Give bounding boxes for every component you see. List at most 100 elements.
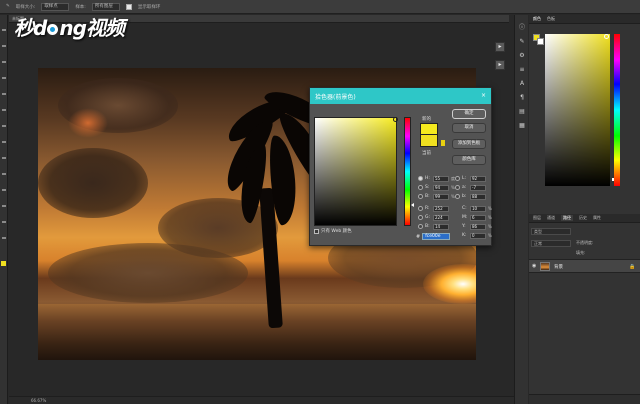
- color-panel-tabs: 颜色 色板: [529, 15, 640, 24]
- layers-footer: [529, 394, 640, 404]
- hue-slider[interactable]: [404, 117, 411, 226]
- foreground-color-swatch[interactable]: [1, 261, 6, 266]
- cancel-button[interactable]: 取消: [452, 123, 486, 133]
- hex-row: # fce00e: [416, 233, 451, 240]
- h-input[interactable]: 55: [433, 175, 449, 182]
- lab-row-l: L: 92: [455, 175, 486, 182]
- color-panel-marker[interactable]: [604, 34, 609, 39]
- tab-layers[interactable]: 图层: [533, 215, 541, 221]
- type-tool-icon[interactable]: [2, 189, 6, 191]
- r-input[interactable]: 252: [433, 205, 449, 212]
- blue-radio[interactable]: [418, 224, 423, 229]
- tab-paths[interactable]: 路径: [561, 215, 573, 221]
- color-panel-field[interactable]: [545, 34, 610, 186]
- sample-size-select[interactable]: 取样点: [41, 2, 70, 11]
- close-icon[interactable]: ×: [481, 92, 486, 100]
- cmyk-row-m: M: 6 %: [462, 214, 492, 221]
- adjust-icon[interactable]: ≡: [519, 67, 525, 73]
- hue-slider-arrow[interactable]: [411, 203, 414, 207]
- c-unit: %: [488, 206, 492, 211]
- gradient-tool-icon[interactable]: [2, 157, 6, 159]
- layer-row[interactable]: ◉ 背景 🔒: [529, 259, 640, 273]
- color-field-marker[interactable]: [393, 117, 398, 122]
- cmyk-row-k: K: 0 %: [462, 232, 492, 239]
- color-panel-hue-slider[interactable]: [614, 34, 620, 186]
- tab-color[interactable]: 颜色: [533, 16, 541, 22]
- marquee-tool-icon[interactable]: [2, 45, 6, 47]
- k-label: K:: [462, 233, 467, 238]
- r-radio[interactable]: [418, 206, 423, 211]
- tab-swatches[interactable]: 色板: [547, 16, 555, 22]
- l-input[interactable]: 92: [470, 175, 486, 182]
- eyedropper-icon[interactable]: [2, 93, 6, 95]
- a-label: a:: [462, 185, 467, 190]
- only-web-colors-checkbox[interactable]: [314, 228, 319, 234]
- stamp-tool-icon[interactable]: [2, 125, 6, 127]
- swatches-icon[interactable]: ▦: [519, 123, 525, 129]
- l-radio[interactable]: [455, 176, 460, 181]
- layer-filter-select[interactable]: 类型: [531, 228, 571, 235]
- m-input[interactable]: 6: [470, 214, 486, 221]
- watermark-logo: 秒d ng视频: [14, 12, 125, 41]
- channels-icon[interactable]: ▤: [519, 109, 525, 115]
- pen-tool-icon[interactable]: [2, 173, 6, 175]
- a-input[interactable]: -7: [470, 184, 486, 191]
- color-field[interactable]: [314, 117, 397, 226]
- eraser-tool-icon[interactable]: [2, 141, 6, 143]
- g-radio[interactable]: [418, 215, 423, 220]
- background-swatch[interactable]: [537, 38, 544, 45]
- tab-properties[interactable]: 属性: [593, 215, 601, 221]
- settings-icon[interactable]: ⚙: [519, 53, 525, 59]
- current-color-swatch[interactable]: [420, 135, 438, 147]
- blend-mode-select[interactable]: 正常: [531, 240, 571, 247]
- zoom-tool-icon[interactable]: [2, 237, 6, 239]
- gamut-warning-icon[interactable]: [441, 140, 445, 146]
- b-input[interactable]: 99: [433, 193, 449, 200]
- new-color-swatch: [420, 123, 438, 135]
- show-ring-checkbox[interactable]: [125, 3, 132, 10]
- brush-icon[interactable]: ✎: [519, 39, 525, 45]
- crop-tool-icon[interactable]: [2, 77, 6, 79]
- hex-input[interactable]: fce00e: [422, 233, 451, 240]
- a-radio[interactable]: [455, 185, 460, 190]
- brush-tool-icon[interactable]: [2, 109, 6, 111]
- move-tool-icon[interactable]: [2, 29, 6, 31]
- tab-channels[interactable]: 通道: [547, 215, 555, 221]
- eye-icon[interactable]: ◉: [532, 264, 537, 269]
- zoom-level[interactable]: 66.67%: [9, 398, 46, 403]
- cmyk-row-y: Y: 86 %: [462, 223, 492, 230]
- lasso-tool-icon[interactable]: [2, 61, 6, 63]
- color-panel-hue-marker[interactable]: [612, 178, 614, 181]
- ok-button[interactable]: 确定: [452, 109, 486, 119]
- h-radio[interactable]: [418, 176, 423, 181]
- hand-tool-icon[interactable]: [2, 221, 6, 223]
- layer-name: 背景: [554, 265, 563, 270]
- eyedropper-tool-icon[interactable]: ✎: [6, 4, 10, 9]
- rgb-row-g: G: 224: [418, 214, 449, 221]
- g-input[interactable]: 224: [433, 214, 449, 221]
- shape-tool-icon[interactable]: [2, 205, 6, 207]
- watermark-eye-icon: [47, 24, 59, 35]
- lab-b-input[interactable]: 88: [470, 193, 486, 200]
- s-radio[interactable]: [418, 185, 423, 190]
- c-input[interactable]: 10: [470, 205, 486, 212]
- info-icon[interactable]: ⓘ: [519, 25, 525, 31]
- cloud-glow: [68, 108, 108, 138]
- panel-toggle-icon[interactable]: ▸: [495, 60, 505, 70]
- paragraph-icon[interactable]: ¶: [519, 95, 525, 101]
- tab-history[interactable]: 历史: [579, 215, 587, 221]
- dialog-title-bar[interactable]: 拾色器(前景色) ×: [310, 88, 491, 104]
- type-icon[interactable]: A: [519, 81, 525, 87]
- sample-select[interactable]: 所有图层: [91, 2, 120, 11]
- panel-toggle-icon[interactable]: ▸: [495, 42, 505, 52]
- k-unit: %: [488, 233, 492, 238]
- k-input[interactable]: 0: [470, 232, 486, 239]
- y-input[interactable]: 86: [470, 223, 486, 230]
- b-radio[interactable]: [418, 194, 423, 199]
- add-to-swatches-button[interactable]: 添加到色板: [452, 139, 486, 149]
- fill-label: 填充:: [576, 250, 586, 255]
- blue-input[interactable]: 14: [433, 223, 449, 230]
- lab-b-radio[interactable]: [455, 194, 460, 199]
- s-input[interactable]: 94: [433, 184, 449, 191]
- color-libraries-button[interactable]: 颜色库: [452, 155, 486, 165]
